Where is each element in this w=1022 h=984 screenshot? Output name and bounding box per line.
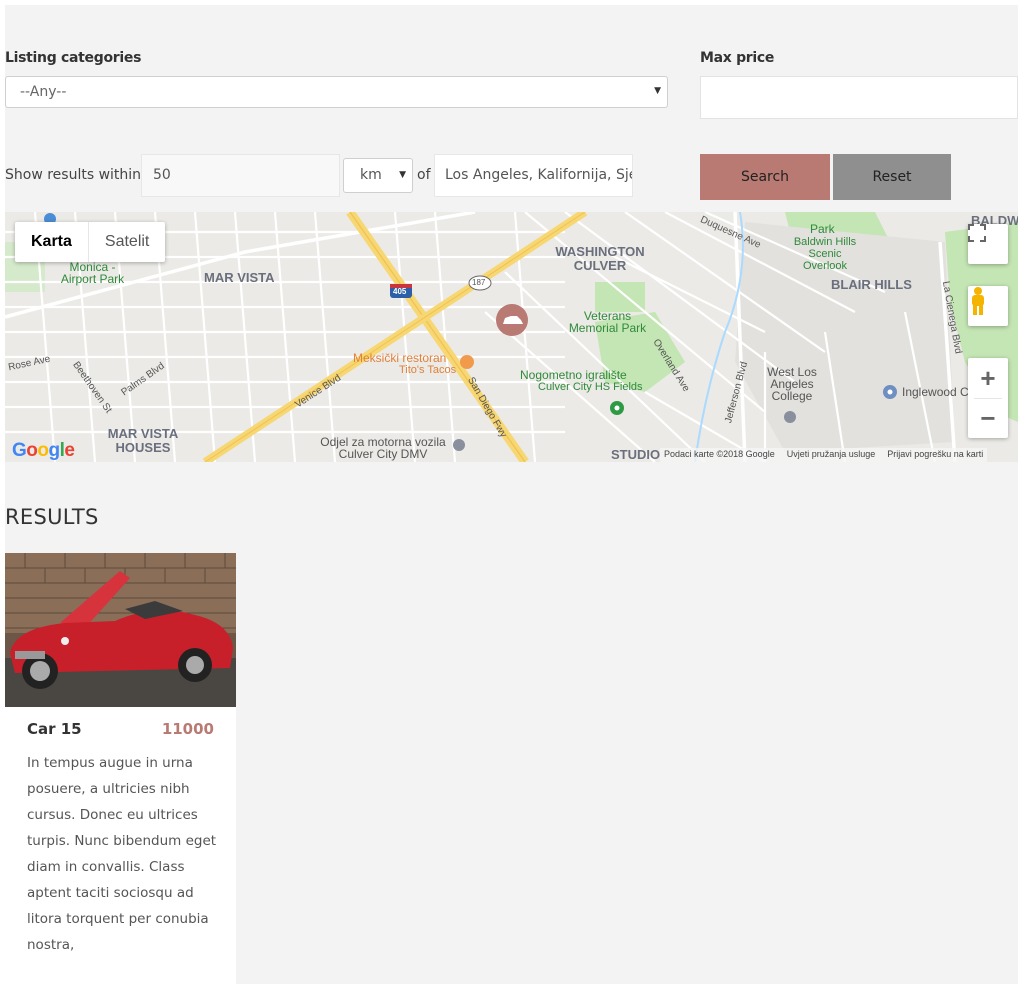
attribution-data: Podaci karte ©2018 Google	[664, 449, 775, 459]
map-label-blair-hills: BLAIR HILLS	[831, 277, 912, 292]
map-attribution: Podaci karte ©2018 Google Uvjeti pružanj…	[660, 448, 988, 462]
location-input[interactable]: Los Angeles, Kalifornija, Sjedinjene Ame…	[434, 154, 633, 197]
map-type-control: Karta Satelit	[15, 222, 166, 262]
map-label-titos: Tito's Tacos	[399, 364, 457, 376]
zoom-control: + −	[968, 358, 1008, 438]
fullscreen-button[interactable]	[968, 224, 1008, 264]
street-view-pegman[interactable]	[968, 286, 1008, 326]
map-label-airport-park: Monica - Airport Park	[60, 260, 125, 286]
map-label-culver-hs: Culver City HS Fields	[538, 381, 643, 393]
map-label-west-la-college: West Los Angeles College	[767, 365, 817, 403]
map-label-nogometno: Nogometno igralište	[520, 368, 627, 382]
map-type-map-button[interactable]: Karta	[15, 222, 88, 262]
listing-price: 11000	[161, 720, 214, 738]
listing-card[interactable]: Car 15 11000 In tempus augue in urna pos…	[5, 553, 236, 984]
within-label: Show results within	[5, 167, 142, 183]
map-label-washington-culver: WASHINGTON CULVER	[555, 244, 645, 273]
reset-button[interactable]: Reset	[833, 154, 951, 200]
unit-select-value: km	[360, 167, 382, 183]
fullscreen-icon	[968, 224, 986, 242]
map-label-baldwin-overlook: Baldwin Hills Scenic Overlook	[793, 236, 857, 272]
category-select-value: --Any--	[20, 84, 67, 100]
map-view[interactable]: MAR VISTA WASHINGTON CULVER BLAIR HILLS …	[5, 212, 1018, 462]
map-label-meksicki: Meksički restoran	[353, 351, 447, 365]
max-price-label: Max price	[700, 50, 775, 66]
map-label-mar-vista: MAR VISTA	[204, 270, 275, 285]
search-button[interactable]: Search	[700, 154, 830, 200]
map-label-dmv: Odjel za motorna vozila Culver City DMV	[320, 435, 446, 461]
map-label-mar-vista-houses: MAR VISTA HOUSES	[107, 426, 179, 455]
max-price-input[interactable]	[700, 76, 1018, 119]
results-heading: RESULTS	[5, 505, 99, 529]
search-page: Listing categories Max price --Any-- ▼ S…	[5, 5, 1018, 984]
map-type-satellite-button[interactable]: Satelit	[87, 222, 165, 262]
category-label: Listing categories	[5, 50, 142, 66]
of-label: of	[417, 167, 431, 183]
pegman-icon	[972, 287, 984, 315]
listing-description: In tempus augue in urna posuere, a ultri…	[27, 755, 217, 953]
unit-select[interactable]: km ▼	[343, 158, 413, 193]
shield-187-icon: 187	[472, 278, 486, 287]
distance-input[interactable]: 50	[141, 154, 340, 197]
shield-405-icon: 405	[393, 287, 407, 296]
zoom-in-icon[interactable]: +	[980, 358, 995, 398]
listing-image[interactable]	[5, 553, 236, 707]
category-select[interactable]: --Any-- ▼	[5, 76, 668, 108]
dropdown-arrow-icon: ▼	[399, 170, 406, 180]
map-label-veterans: Veterans Memorial Park	[568, 309, 647, 335]
map-label-studio: STUDIO	[611, 447, 661, 462]
attribution-terms-link[interactable]: Uvjeti pružanja usluge	[787, 449, 876, 462]
zoom-out-icon[interactable]: −	[980, 399, 995, 438]
listing-title[interactable]: Car 15	[27, 720, 82, 738]
dropdown-arrow-icon: ▼	[654, 86, 661, 96]
google-logo[interactable]: Google	[12, 440, 75, 462]
attribution-report-link[interactable]: Prijavi pogrešku na karti	[887, 449, 983, 462]
map-label-inglewood: Inglewood C	[902, 385, 969, 399]
map-label-park: Park	[810, 222, 835, 236]
